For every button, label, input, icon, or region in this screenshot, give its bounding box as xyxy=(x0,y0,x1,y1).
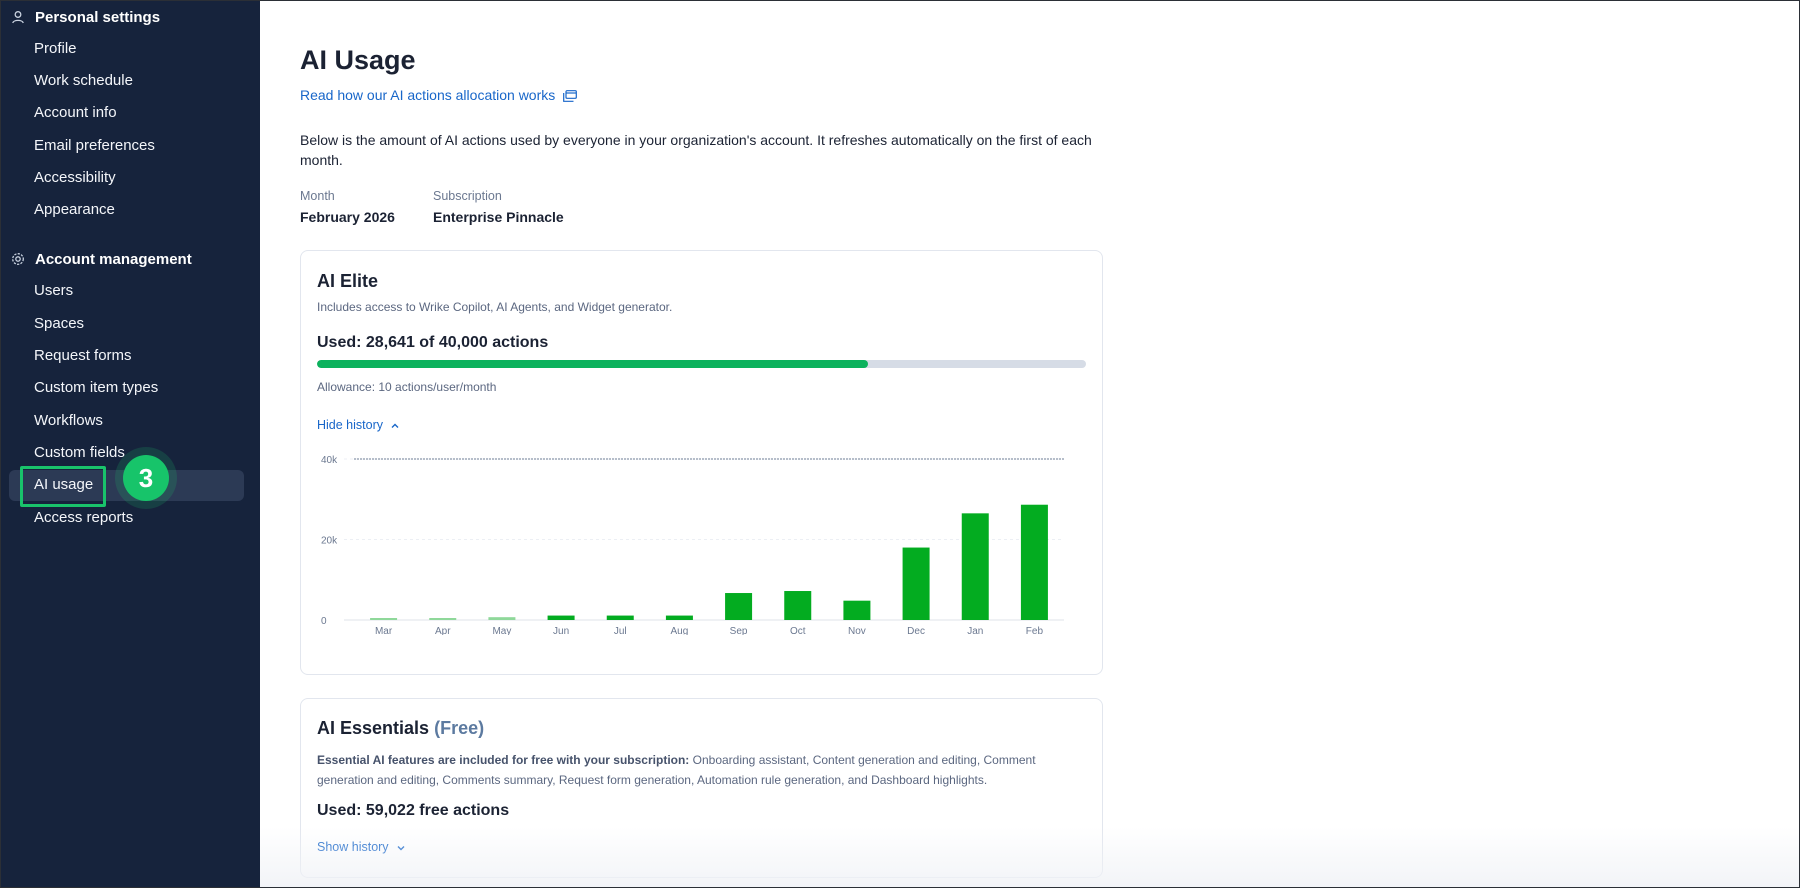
x-tick-label: Jan xyxy=(967,626,983,635)
subscription-label: Subscription xyxy=(433,189,502,203)
show-history-label: Show history xyxy=(317,840,389,854)
ai-essentials-card: AI Essentials (Free) Essential AI featur… xyxy=(300,698,1103,878)
ai-elite-history-chart: 0 20k 40k Mar Apr May Jun Jul Aug Sep Oct Nov Dec Jan… xyxy=(321,455,1064,635)
bar xyxy=(784,591,812,620)
section-title: Personal settings xyxy=(35,8,161,26)
x-tick-label: Jun xyxy=(553,626,569,635)
sidebar-item-spaces[interactable]: Spaces xyxy=(34,313,84,335)
page-description: Below is the amount of AI actions used b… xyxy=(300,132,1092,168)
ai-essentials-title-text: AI Essentials xyxy=(317,718,430,738)
sidebar-item-workflows[interactable]: Workflows xyxy=(34,410,103,432)
app-window: Personal settings Profile Work schedule … xyxy=(0,0,1800,888)
ai-elite-progress-fill xyxy=(317,360,868,368)
ai-essentials-used: Used: 59,022 free actions xyxy=(317,802,510,819)
sidebar: Personal settings Profile Work schedule … xyxy=(1,1,260,887)
section-personal-settings: Personal settings xyxy=(11,6,160,28)
y-tick-label: 40k xyxy=(321,455,338,466)
y-tick-label: 0 xyxy=(321,616,327,627)
x-tick-label: Nov xyxy=(848,626,866,635)
ai-essentials-description: Essential AI features are included for f… xyxy=(317,750,1087,790)
bar xyxy=(547,615,575,620)
x-tick-label: Sep xyxy=(730,626,748,635)
help-link-label: Read how our AI actions allocation works xyxy=(300,87,556,103)
bar xyxy=(902,547,930,620)
month-info: Month February 2026 xyxy=(300,189,395,225)
x-tick-label: Jul xyxy=(614,626,627,635)
ai-essentials-description-bold: Essential AI features are included for f… xyxy=(317,753,690,767)
x-tick-label: Apr xyxy=(435,626,451,635)
y-tick-label: 20k xyxy=(321,536,338,547)
show-history-toggle[interactable]: Show history xyxy=(317,840,406,854)
ai-essentials-title: AI Essentials (Free) xyxy=(317,718,484,739)
gear-icon xyxy=(11,252,25,266)
section-title: Account management xyxy=(35,250,192,268)
chevron-up-icon xyxy=(390,420,400,430)
bar xyxy=(725,593,753,620)
ai-elite-card: AI Elite Includes access to Wrike Copilo… xyxy=(300,250,1103,675)
x-tick-label: May xyxy=(492,626,511,635)
sidebar-item-appearance[interactable]: Appearance xyxy=(34,199,115,221)
sidebar-item-users[interactable]: Users xyxy=(34,280,73,302)
x-tick-label: Oct xyxy=(790,626,806,635)
step-badge: 3 xyxy=(123,455,169,501)
page-title: AI Usage xyxy=(300,45,416,75)
month-label: Month xyxy=(300,189,335,203)
ai-elite-title: AI Elite xyxy=(317,271,379,291)
bar xyxy=(961,513,989,620)
sidebar-item-profile[interactable]: Profile xyxy=(34,38,77,60)
x-tick-label: Aug xyxy=(671,626,689,635)
tutorial-highlight-box xyxy=(20,466,106,507)
sidebar-item-access-reports[interactable]: Access reports xyxy=(34,507,133,529)
subscription-info: Subscription Enterprise Pinnacle xyxy=(433,189,564,225)
external-link-icon xyxy=(563,89,578,102)
sidebar-item-custom-item-types[interactable]: Custom item types xyxy=(34,377,158,399)
hide-history-label: Hide history xyxy=(317,418,383,432)
x-tick-label: Mar xyxy=(375,626,393,635)
bar xyxy=(370,618,398,620)
sidebar-item-account-info[interactable]: Account info xyxy=(34,102,117,124)
ai-elite-used: Used: 28,641 of 40,000 actions xyxy=(317,334,549,351)
ai-elite-allowance: Allowance: 10 actions/user/month xyxy=(317,380,497,394)
x-tick-label: Dec xyxy=(907,626,925,635)
sidebar-item-email-preferences[interactable]: Email preferences xyxy=(34,135,155,157)
subscription-value: Enterprise Pinnacle xyxy=(433,209,564,225)
sidebar-item-work-schedule[interactable]: Work schedule xyxy=(34,70,133,92)
sidebar-item-custom-fields[interactable]: Custom fields xyxy=(34,442,125,464)
section-account-management: Account management xyxy=(11,248,192,270)
bar xyxy=(843,600,871,620)
bar xyxy=(1020,504,1048,620)
month-value: February 2026 xyxy=(300,209,395,225)
x-tick-label: Feb xyxy=(1026,626,1044,635)
person-icon xyxy=(11,10,25,24)
hide-history-toggle[interactable]: Hide history xyxy=(317,418,400,432)
help-link[interactable]: Read how our AI actions allocation works xyxy=(300,87,578,103)
bar xyxy=(606,615,634,620)
bar xyxy=(429,618,457,620)
bar xyxy=(488,617,516,620)
sidebar-item-accessibility[interactable]: Accessibility xyxy=(34,167,116,189)
chevron-down-icon xyxy=(396,842,406,852)
ai-elite-subtitle: Includes access to Wrike Copilot, AI Age… xyxy=(317,300,673,314)
ai-essentials-title-suffix: (Free) xyxy=(434,718,485,738)
ai-elite-progress-bar xyxy=(317,360,1086,368)
bar xyxy=(665,615,693,620)
main-content: AI Usage Read how our AI actions allocat… xyxy=(260,1,1799,887)
sidebar-item-request-forms[interactable]: Request forms xyxy=(34,345,132,367)
